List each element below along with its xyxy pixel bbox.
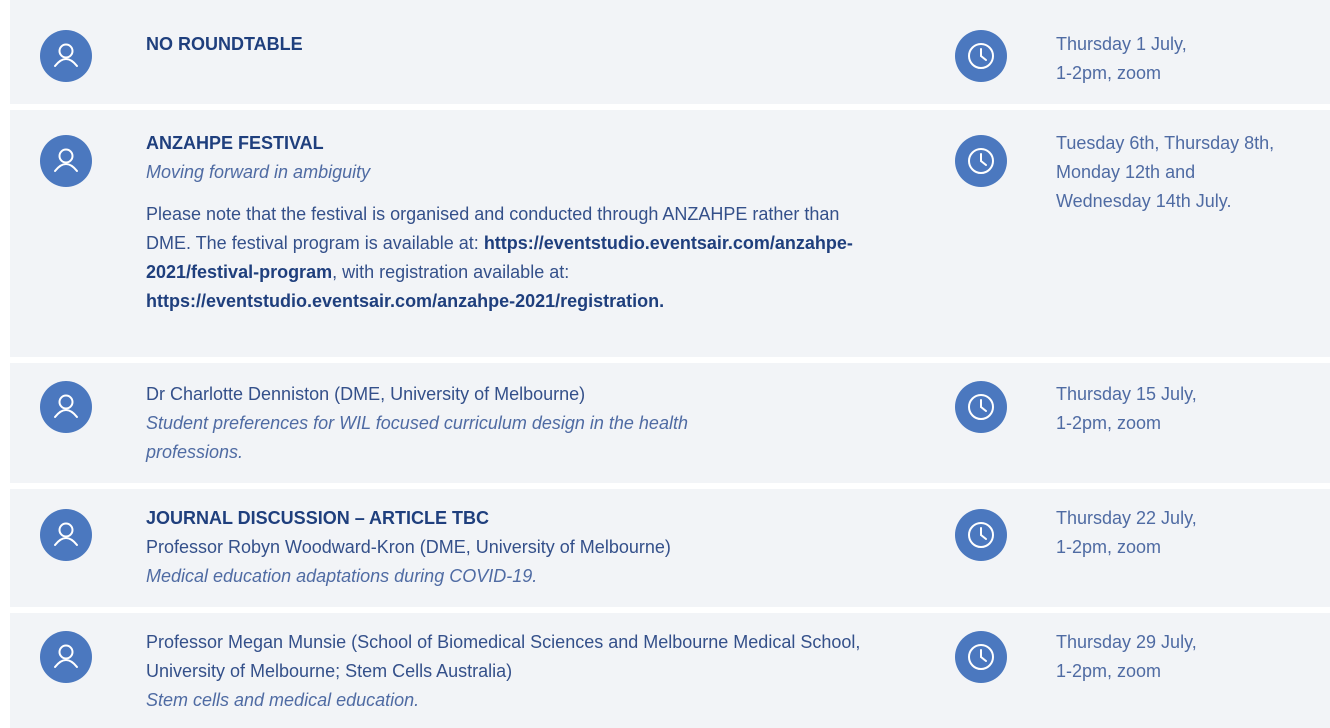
event-row: Dr Charlotte Denniston (DME, University … (10, 363, 1330, 483)
event-datetime: Tuesday 6th, Thursday 8th, Monday 12th a… (1056, 133, 1275, 211)
event-details: NO ROUNDTABLE (146, 30, 886, 59)
note-text: , with registration available at: (332, 262, 570, 282)
event-topic: Moving forward in ambiguity (146, 162, 371, 182)
event-details: Dr Charlotte Denniston (DME, University … (146, 380, 746, 467)
event-datetime: Thursday 29 July, 1-2pm, zoom (1056, 632, 1197, 681)
event-title: JOURNAL DISCUSSION – ARTICLE TBC (146, 508, 490, 528)
event-title: NO ROUNDTABLE (146, 34, 303, 54)
event-title: ANZAHPE FESTIVAL (146, 133, 324, 153)
event-note: Please note that the festival is organis… (146, 200, 886, 316)
event-row: ANZAHPE FESTIVAL Moving forward in ambig… (10, 110, 1330, 357)
clock-icon (955, 30, 1007, 82)
person-icon (40, 30, 92, 82)
event-speaker: Professor Robyn Woodward-Kron (DME, Univ… (146, 537, 671, 557)
event-topic: Medical education adaptations during COV… (146, 566, 538, 586)
event-speaker: Dr Charlotte Denniston (DME, University … (146, 384, 586, 404)
clock-icon (955, 631, 1007, 683)
event-topic: Student preferences for WIL focused curr… (146, 413, 688, 462)
event-speaker: Professor Megan Munsie (School of Biomed… (146, 632, 861, 681)
event-details: Professor Megan Munsie (School of Biomed… (146, 628, 866, 715)
registration-link[interactable]: https://eventstudio.eventsair.com/anzahp… (146, 291, 664, 311)
clock-icon (955, 135, 1007, 187)
event-details: ANZAHPE FESTIVAL Moving forward in ambig… (146, 129, 886, 316)
event-details: JOURNAL DISCUSSION – ARTICLE TBC Profess… (146, 504, 886, 591)
event-schedule-list: NO ROUNDTABLE Thursday 1 July, 1-2pm, zo… (0, 0, 1330, 728)
event-row: JOURNAL DISCUSSION – ARTICLE TBC Profess… (10, 489, 1330, 607)
event-topic: Stem cells and medical education. (146, 690, 420, 710)
event-datetime: Thursday 22 July, 1-2pm, zoom (1056, 508, 1197, 557)
person-icon (40, 509, 92, 561)
person-icon (40, 135, 92, 187)
clock-icon (955, 509, 1007, 561)
event-datetime: Thursday 15 July, 1-2pm, zoom (1056, 384, 1197, 433)
event-datetime: Thursday 1 July, 1-2pm, zoom (1056, 34, 1187, 83)
event-row: NO ROUNDTABLE Thursday 1 July, 1-2pm, zo… (10, 0, 1330, 104)
person-icon (40, 381, 92, 433)
event-row: Professor Megan Munsie (School of Biomed… (10, 613, 1330, 728)
clock-icon (955, 381, 1007, 433)
person-icon (40, 631, 92, 683)
